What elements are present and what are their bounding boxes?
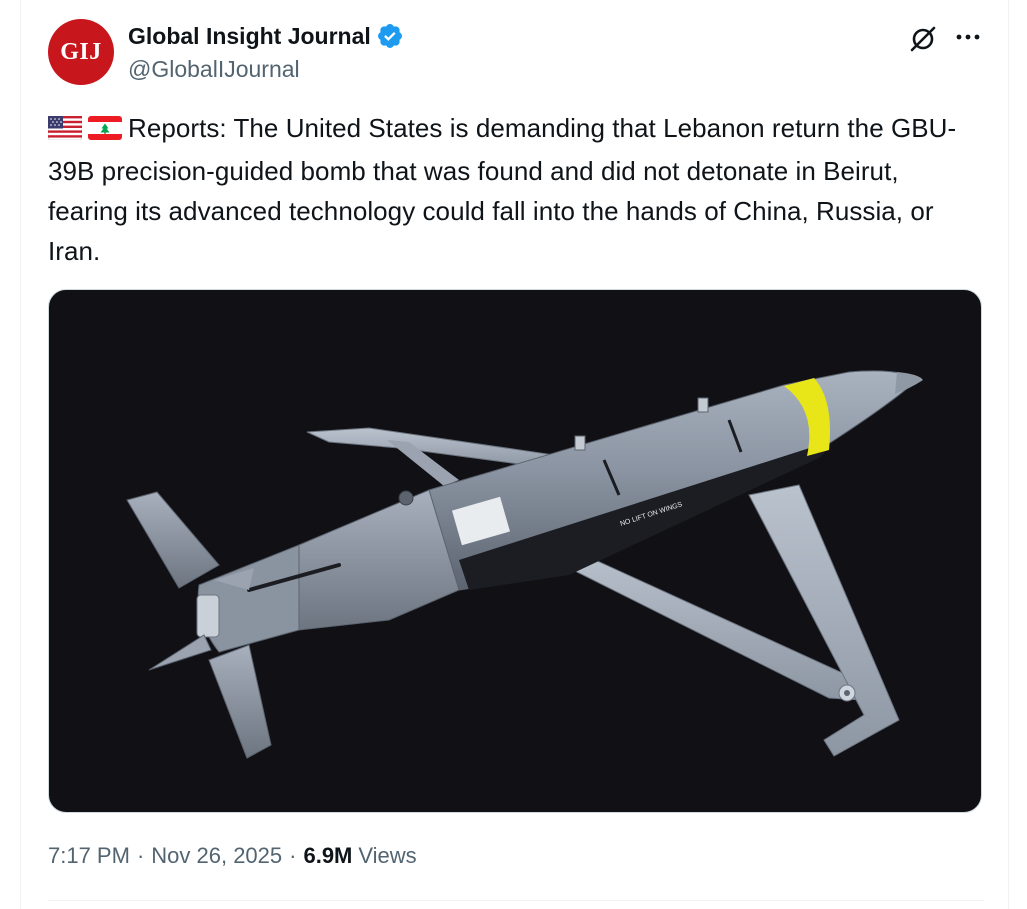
author-display-name[interactable]: Global Insight Journal <box>128 23 371 50</box>
meta-separator-2: · <box>289 843 297 868</box>
tweet-media-image[interactable]: NO LIFT ON WINGS <box>48 289 982 813</box>
tweet-date[interactable]: Nov 26, 2025 <box>151 843 282 869</box>
timeline-border-left <box>20 0 21 909</box>
tweet-card: GIJ Global Insight Journal @GlobalIJourn… <box>47 0 985 909</box>
divider <box>48 900 984 901</box>
more-horizontal-icon[interactable] <box>951 22 985 52</box>
tweet-body-text: Reports: The United States is demanding … <box>48 113 957 266</box>
lebanon-flag-icon <box>88 111 122 151</box>
meta-separator: · <box>136 843 145 868</box>
views-label: Views <box>358 843 417 868</box>
avatar-text: GIJ <box>60 38 102 65</box>
verified-badge-icon[interactable] <box>376 22 404 50</box>
us-flag-icon <box>47 111 83 151</box>
tweet-text: Reports: The United States is demanding … <box>47 108 984 271</box>
gbu-39b-bomb-illustration: NO LIFT ON WINGS <box>126 370 923 759</box>
author-name-row: Global Insight Journal <box>128 22 404 50</box>
grok-icon[interactable] <box>906 22 940 56</box>
author-handle[interactable]: @GlobalIJournal <box>128 56 300 83</box>
avatar[interactable]: GIJ <box>48 19 114 85</box>
timeline-border-right <box>1008 0 1009 909</box>
tweet-time[interactable]: 7:17 PM <box>48 843 130 869</box>
views-count[interactable]: 6.9M <box>303 843 352 869</box>
tweet-meta: 7:17 PM · Nov 26, 2025 · 6.9M Views <box>48 843 417 869</box>
